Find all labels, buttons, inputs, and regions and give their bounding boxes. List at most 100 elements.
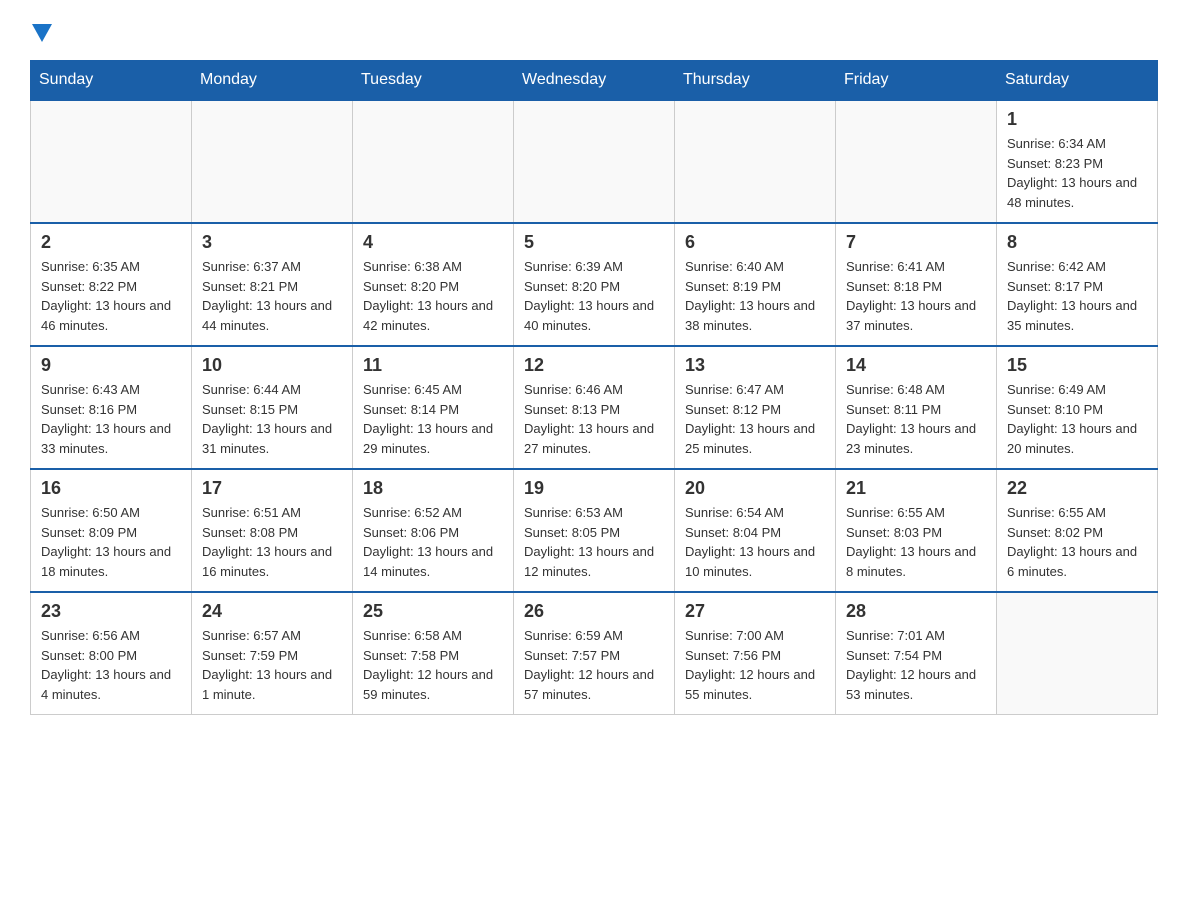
day-number: 8 [1007, 232, 1147, 253]
day-number: 11 [363, 355, 503, 376]
day-number: 24 [202, 601, 342, 622]
calendar-cell: 26 Sunrise: 6:59 AMSunset: 7:57 PMDayligh… [514, 592, 675, 715]
day-number: 17 [202, 478, 342, 499]
day-number: 26 [524, 601, 664, 622]
day-number: 28 [846, 601, 986, 622]
calendar-cell [997, 592, 1158, 715]
calendar-cell: 23Sunrise: 6:56 AMSunset: 8:00 PMDayligh… [31, 592, 192, 715]
day-info: Sunrise: 6:45 AMSunset: 8:14 PMDaylight:… [363, 380, 503, 458]
day-info: Sunrise: 6:37 AMSunset: 8:21 PMDaylight:… [202, 257, 342, 335]
calendar-cell: 12 Sunrise: 6:46 AMSunset: 8:13 PMDayligh… [514, 346, 675, 469]
calendar-cell: 10 Sunrise: 6:44 AMSunset: 8:15 PMDayligh… [192, 346, 353, 469]
col-friday: Friday [836, 61, 997, 101]
day-info: Sunrise: 6:35 AMSunset: 8:22 PMDaylight:… [41, 257, 181, 335]
calendar-cell: 13 Sunrise: 6:47 AMSunset: 8:12 PMDayligh… [675, 346, 836, 469]
calendar-cell [31, 100, 192, 223]
calendar-cell: 24 Sunrise: 6:57 AMSunset: 7:59 PMDayligh… [192, 592, 353, 715]
day-info: Sunrise: 6:47 AMSunset: 8:12 PMDaylight:… [685, 380, 825, 458]
calendar-cell: 16 Sunrise: 6:50 AMSunset: 8:09 PMDayligh… [31, 469, 192, 592]
calendar-cell: 14 Sunrise: 6:48 AMSunset: 8:11 PMDayligh… [836, 346, 997, 469]
calendar-cell: 8 Sunrise: 6:42 AMSunset: 8:17 PMDaylight… [997, 223, 1158, 346]
calendar-week-row: 9 Sunrise: 6:43 AMSunset: 8:16 PMDaylight… [31, 346, 1158, 469]
day-number: 22 [1007, 478, 1147, 499]
calendar-cell: 9 Sunrise: 6:43 AMSunset: 8:16 PMDaylight… [31, 346, 192, 469]
calendar-cell [514, 100, 675, 223]
day-number: 19 [524, 478, 664, 499]
calendar-cell: 28Sunrise: 7:01 AMSunset: 7:54 PMDayligh… [836, 592, 997, 715]
col-wednesday: Wednesday [514, 61, 675, 101]
calendar-cell [353, 100, 514, 223]
calendar-cell [836, 100, 997, 223]
calendar-cell: 6 Sunrise: 6:40 AMSunset: 8:19 PMDaylight… [675, 223, 836, 346]
calendar-cell: 2 Sunrise: 6:35 AMSunset: 8:22 PMDaylight… [31, 223, 192, 346]
day-info: Sunrise: 6:58 AMSunset: 7:58 PMDaylight:… [363, 626, 503, 704]
calendar-cell: 15Sunrise: 6:49 AMSunset: 8:10 PMDayligh… [997, 346, 1158, 469]
day-number: 21 [846, 478, 986, 499]
day-info: Sunrise: 6:41 AMSunset: 8:18 PMDaylight:… [846, 257, 986, 335]
day-info: Sunrise: 6:55 AMSunset: 8:03 PMDaylight:… [846, 503, 986, 581]
day-number: 23 [41, 601, 181, 622]
day-number: 4 [363, 232, 503, 253]
day-number: 12 [524, 355, 664, 376]
day-number: 20 [685, 478, 825, 499]
calendar-week-row: 2 Sunrise: 6:35 AMSunset: 8:22 PMDaylight… [31, 223, 1158, 346]
day-number: 2 [41, 232, 181, 253]
calendar-week-row: 16 Sunrise: 6:50 AMSunset: 8:09 PMDayligh… [31, 469, 1158, 592]
day-info: Sunrise: 6:59 AMSunset: 7:57 PMDaylight:… [524, 626, 664, 704]
calendar-cell: 18Sunrise: 6:52 AMSunset: 8:06 PMDayligh… [353, 469, 514, 592]
calendar-cell [192, 100, 353, 223]
calendar-table: Sunday Monday Tuesday Wednesday Thursday… [30, 60, 1158, 715]
calendar-week-row: 1 Sunrise: 6:34 AMSunset: 8:23 PMDaylight… [31, 100, 1158, 223]
day-number: 9 [41, 355, 181, 376]
day-info: Sunrise: 6:54 AMSunset: 8:04 PMDaylight:… [685, 503, 825, 581]
day-info: Sunrise: 6:51 AMSunset: 8:08 PMDaylight:… [202, 503, 342, 581]
calendar-cell: 3 Sunrise: 6:37 AMSunset: 8:21 PMDaylight… [192, 223, 353, 346]
day-number: 16 [41, 478, 181, 499]
day-info: Sunrise: 7:00 AMSunset: 7:56 PMDaylight:… [685, 626, 825, 704]
calendar-cell: 4 Sunrise: 6:38 AMSunset: 8:20 PMDaylight… [353, 223, 514, 346]
day-number: 14 [846, 355, 986, 376]
day-info: Sunrise: 6:42 AMSunset: 8:17 PMDaylight:… [1007, 257, 1147, 335]
calendar-cell: 21 Sunrise: 6:55 AMSunset: 8:03 PMDayligh… [836, 469, 997, 592]
day-info: Sunrise: 6:55 AMSunset: 8:02 PMDaylight:… [1007, 503, 1147, 581]
calendar-cell: 19 Sunrise: 6:53 AMSunset: 8:05 PMDayligh… [514, 469, 675, 592]
day-info: Sunrise: 6:34 AMSunset: 8:23 PMDaylight:… [1007, 134, 1147, 212]
day-number: 7 [846, 232, 986, 253]
calendar-cell: 11 Sunrise: 6:45 AMSunset: 8:14 PMDayligh… [353, 346, 514, 469]
logo-triangle-icon [32, 24, 52, 42]
day-number: 1 [1007, 109, 1147, 130]
calendar-cell: 7 Sunrise: 6:41 AMSunset: 8:18 PMDaylight… [836, 223, 997, 346]
day-number: 13 [685, 355, 825, 376]
day-number: 5 [524, 232, 664, 253]
day-info: Sunrise: 6:38 AMSunset: 8:20 PMDaylight:… [363, 257, 503, 335]
col-thursday: Thursday [675, 61, 836, 101]
calendar-cell [675, 100, 836, 223]
calendar-cell: 27 Sunrise: 7:00 AMSunset: 7:56 PMDayligh… [675, 592, 836, 715]
col-sunday: Sunday [31, 61, 192, 101]
day-number: 27 [685, 601, 825, 622]
calendar-header-row: Sunday Monday Tuesday Wednesday Thursday… [31, 61, 1158, 101]
col-tuesday: Tuesday [353, 61, 514, 101]
calendar-cell: 17 Sunrise: 6:51 AMSunset: 8:08 PMDayligh… [192, 469, 353, 592]
day-number: 10 [202, 355, 342, 376]
day-info: Sunrise: 6:39 AMSunset: 8:20 PMDaylight:… [524, 257, 664, 335]
day-info: Sunrise: 6:46 AMSunset: 8:13 PMDaylight:… [524, 380, 664, 458]
day-number: 15 [1007, 355, 1147, 376]
calendar-cell: 22 Sunrise: 6:55 AMSunset: 8:02 PMDayligh… [997, 469, 1158, 592]
logo [30, 20, 52, 40]
col-monday: Monday [192, 61, 353, 101]
day-info: Sunrise: 6:50 AMSunset: 8:09 PMDaylight:… [41, 503, 181, 581]
day-info: Sunrise: 6:52 AMSunset: 8:06 PMDaylight:… [363, 503, 503, 581]
day-info: Sunrise: 6:48 AMSunset: 8:11 PMDaylight:… [846, 380, 986, 458]
calendar-cell: 1 Sunrise: 6:34 AMSunset: 8:23 PMDaylight… [997, 100, 1158, 223]
day-info: Sunrise: 6:40 AMSunset: 8:19 PMDaylight:… [685, 257, 825, 335]
day-info: Sunrise: 6:44 AMSunset: 8:15 PMDaylight:… [202, 380, 342, 458]
day-info: Sunrise: 6:43 AMSunset: 8:16 PMDaylight:… [41, 380, 181, 458]
day-number: 6 [685, 232, 825, 253]
day-info: Sunrise: 6:57 AMSunset: 7:59 PMDaylight:… [202, 626, 342, 704]
calendar-cell: 5 Sunrise: 6:39 AMSunset: 8:20 PMDaylight… [514, 223, 675, 346]
day-number: 3 [202, 232, 342, 253]
day-info: Sunrise: 6:53 AMSunset: 8:05 PMDaylight:… [524, 503, 664, 581]
day-number: 25 [363, 601, 503, 622]
calendar-week-row: 23Sunrise: 6:56 AMSunset: 8:00 PMDayligh… [31, 592, 1158, 715]
